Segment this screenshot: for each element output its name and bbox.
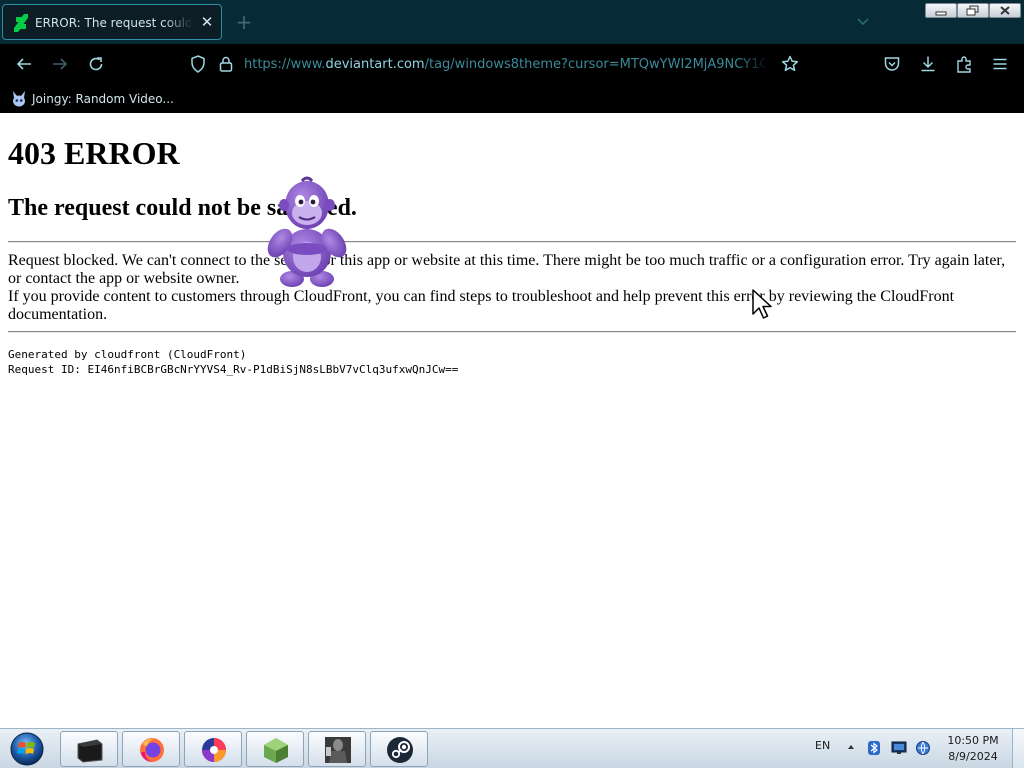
page-content: 403 ERROR The request could not be satis… xyxy=(0,113,1024,728)
url-path: /tag/windows8theme?cursor=MTQwYWI2MjA9NC… xyxy=(424,57,768,72)
bookmark-star-icon[interactable] xyxy=(780,54,800,74)
game-character-icon xyxy=(325,737,351,763)
mouse-pointer-icon xyxy=(752,289,772,319)
purple-gorilla-character[interactable] xyxy=(262,173,352,291)
taskbar-terminal-app[interactable] xyxy=(60,731,118,767)
tab-close-icon[interactable]: ✕ xyxy=(198,13,216,31)
error-heading: 403 ERROR xyxy=(8,135,180,171)
restore-icon xyxy=(966,5,979,16)
shield-icon[interactable] xyxy=(188,54,208,74)
generated-by-line: Generated by cloudfront (CloudFront) xyxy=(8,348,247,361)
show-desktop-button[interactable] xyxy=(1012,729,1024,768)
taskbar-steam[interactable] xyxy=(370,731,428,767)
joingy-icon xyxy=(13,91,25,107)
navigation-toolbar: https://www.deviantart.com/tag/windows8t… xyxy=(0,44,1024,84)
download-icon[interactable] xyxy=(918,54,938,74)
back-arrow-left-icon[interactable] xyxy=(14,54,34,74)
green-cube-app-icon xyxy=(264,738,288,763)
bookmark-joingy[interactable]: Joingy: Random Video... xyxy=(10,90,180,108)
minimize-icon xyxy=(935,11,947,16)
terminal-app-icon xyxy=(77,739,103,763)
taskbar-game-character[interactable] xyxy=(308,731,366,767)
taskbar: EN 10:50 PM 8/9/2024 xyxy=(0,728,1024,768)
window-minimize-button[interactable] xyxy=(925,3,957,18)
tab-list-chevron-down-icon[interactable] xyxy=(852,12,874,32)
hamburger-menu-icon[interactable] xyxy=(990,54,1010,74)
pocket-icon[interactable] xyxy=(882,54,902,74)
bookmarks-toolbar: Joingy: Random Video... xyxy=(0,84,1024,113)
bookmark-label: Joingy: Random Video... xyxy=(32,92,174,106)
lock-icon[interactable] xyxy=(216,54,236,74)
window-restore-button[interactable] xyxy=(957,3,989,18)
system-clock[interactable]: 10:50 PM 8/9/2024 xyxy=(940,733,1006,765)
language-indicator[interactable]: EN xyxy=(815,739,830,752)
error-paragraph-cloudfront: If you provide content to customers thro… xyxy=(8,288,955,323)
taskbar-swirl-browser[interactable] xyxy=(184,731,242,767)
url-domain: deviantart.com xyxy=(325,57,425,72)
swirl-browser-icon xyxy=(202,738,226,762)
window-close-button[interactable] xyxy=(989,3,1021,18)
display-icon[interactable] xyxy=(891,740,907,756)
reload-icon[interactable] xyxy=(86,54,106,74)
url-text[interactable]: https://www.deviantart.com/tag/windows8t… xyxy=(244,56,768,74)
close-icon xyxy=(1000,6,1010,15)
divider xyxy=(8,331,1016,333)
divider xyxy=(8,241,1016,243)
deviantart-icon xyxy=(14,14,28,32)
tab-strip: ERROR: The request could not be satisfie… xyxy=(0,0,1024,44)
windows-start-orb-icon[interactable] xyxy=(6,731,48,767)
error-paragraph-blocked: Request blocked. We can't connect to the… xyxy=(8,252,1006,287)
browser-tab[interactable]: ERROR: The request could not be satisfie… xyxy=(2,4,222,40)
forward-arrow-right-icon[interactable] xyxy=(50,54,70,74)
plus-icon: + xyxy=(235,10,253,34)
clock-date: 8/9/2024 xyxy=(948,750,998,763)
new-tab-button[interactable]: + xyxy=(233,10,255,34)
firefox-icon xyxy=(140,738,164,762)
show-hidden-icons-icon[interactable] xyxy=(846,742,856,752)
network-icon[interactable] xyxy=(915,740,931,756)
request-details: Generated by cloudfront (CloudFront) Requ… xyxy=(8,347,458,377)
error-message: Request blocked. We can't connect to the… xyxy=(8,252,1016,324)
steam-icon xyxy=(387,737,413,763)
request-id-line: Request ID: EI46nfiBCBrGBcNrYYVS4_Rv-P1d… xyxy=(8,363,459,376)
puzzle-extensions-icon[interactable] xyxy=(954,54,974,74)
taskbar-green-cube-app[interactable] xyxy=(246,731,304,767)
bluetooth-icon[interactable] xyxy=(866,740,882,756)
taskbar-firefox[interactable] xyxy=(122,731,180,767)
clock-time: 10:50 PM xyxy=(947,734,999,747)
